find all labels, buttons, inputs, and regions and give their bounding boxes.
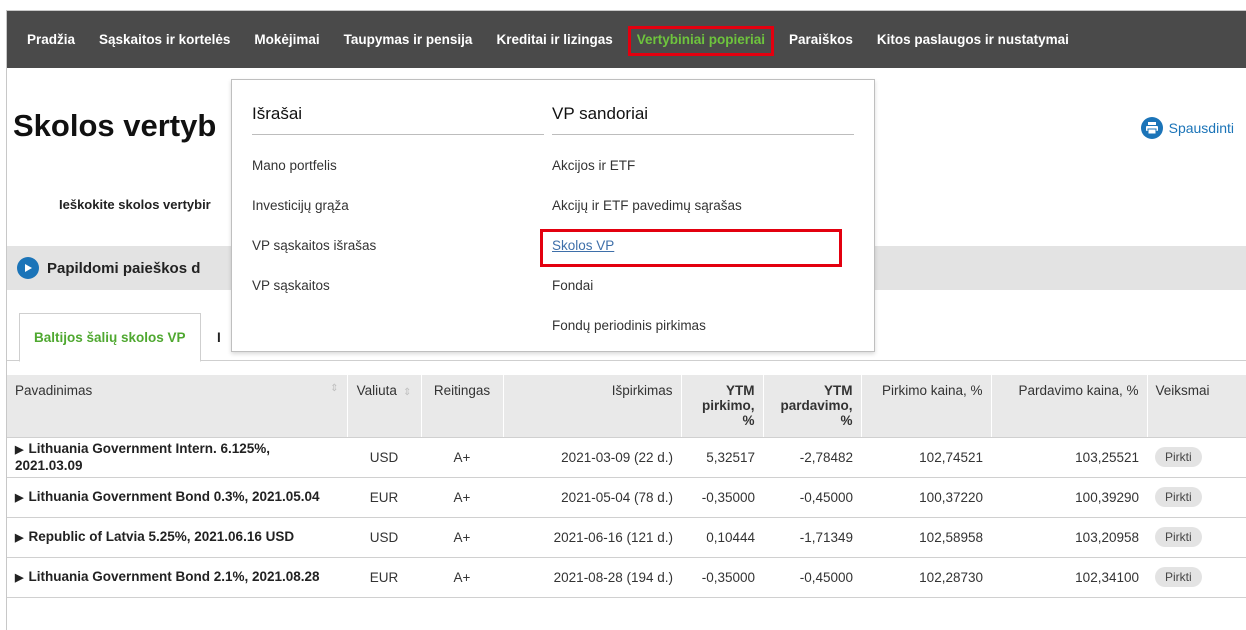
ytm-buy-cell: -0,35000 (681, 477, 763, 518)
advanced-search-label: Papildomi paieškos d (47, 259, 201, 277)
divider (552, 134, 854, 135)
sort-icon: ⇕ (330, 383, 339, 394)
print-label: Spausdinti (1168, 120, 1234, 136)
ytm-sell-cell: -2,78482 (763, 437, 861, 478)
divider (252, 134, 544, 135)
column-header-ytm-sell: YTM pardavimo, % (763, 375, 862, 438)
ytm-buy-cell: -0,35000 (681, 557, 763, 598)
securities-dropdown-menu: Išrašai Mano portfelis Investicijų grąža… (231, 79, 875, 352)
rating-cell: A+ (421, 437, 503, 478)
tab-second[interactable]: I (217, 330, 221, 345)
column-header-actions: Veiksmai (1147, 375, 1246, 438)
buy-button[interactable]: Pirkti (1155, 567, 1202, 587)
print-button[interactable]: Spausdinti (1140, 117, 1234, 139)
buy-price-cell: 102,74521 (861, 437, 991, 478)
menu-item-my-portfolio[interactable]: Mano portfelis (252, 145, 544, 185)
nav-item-securities[interactable]: Vertybiniai popieriai (625, 11, 777, 68)
nav-item-payments[interactable]: Mokėjimai (242, 11, 331, 68)
rating-cell: A+ (421, 557, 503, 598)
sell-price-cell: 102,34100 (991, 557, 1147, 598)
bond-name[interactable]: ▶ Lithuania Government Intern. 6.125%, 20… (15, 441, 339, 474)
menu-item-fund-periodic-purchase[interactable]: Fondų periodinis pirkimas (552, 305, 854, 345)
tab-baltic-debt-securities[interactable]: Baltijos šalių skolos VP (19, 313, 201, 362)
ytm-sell-cell: -0,45000 (763, 557, 861, 598)
redemption-cell: 2021-08-28 (194 d.) (503, 557, 681, 598)
printer-icon (1140, 117, 1163, 139)
bond-name[interactable]: ▶ Republic of Latvia 5.25%, 2021.06.16 US… (15, 529, 339, 546)
nav-item-savings-pension[interactable]: Taupymas ir pensija (332, 11, 485, 68)
expand-triangle-icon[interactable]: ▶ (15, 492, 23, 504)
column-header-name[interactable]: Pavadinimas ⇕ (7, 375, 348, 438)
expand-triangle-icon[interactable]: ▶ (15, 572, 23, 584)
column-header-ytm-buy: YTM pirkimo, % (681, 375, 764, 438)
ytm-sell-cell: -0,45000 (763, 477, 861, 518)
buy-button[interactable]: Pirkti (1155, 447, 1202, 467)
sell-price-cell: 100,39290 (991, 477, 1147, 518)
dropdown-column-statements: Išrašai Mano portfelis Investicijų grąža… (252, 80, 544, 305)
nav-item-accounts-cards[interactable]: Sąskaitos ir kortelės (87, 11, 242, 68)
play-icon (17, 257, 39, 279)
column-header-currency[interactable]: Valiuta ⇕ (347, 375, 422, 438)
highlight-box (540, 229, 842, 267)
currency-cell: EUR (347, 557, 421, 598)
ytm-buy-cell: 5,32517 (681, 437, 763, 478)
nav-item-pradzia[interactable]: Pradžia (19, 11, 87, 68)
column-header-buy-price: Pirkimo kaina, % (861, 375, 992, 438)
bonds-table: Pavadinimas ⇕ Valiuta ⇕ Reitingas Išpirkim… (7, 375, 1246, 598)
bond-name[interactable]: ▶ Lithuania Government Bond 2.1%, 2021.08… (15, 569, 339, 586)
redemption-cell: 2021-06-16 (121 d.) (503, 517, 681, 558)
table-row[interactable]: ▶ Lithuania Government Bond 2.1%, 2021.08… (7, 557, 1246, 598)
menu-item-securities-account-statement[interactable]: VP sąskaitos išrašas (252, 225, 544, 265)
ytm-buy-cell: 0,10444 (681, 517, 763, 558)
menu-item-shares-etf[interactable]: Akcijos ir ETF (552, 145, 854, 185)
buy-price-cell: 100,37220 (861, 477, 991, 518)
dropdown-heading-statements: Išrašai (252, 104, 303, 123)
browser-page: Pradžia Sąskaitos ir kortelės Mokėjimai … (6, 10, 1246, 630)
table-row[interactable]: ▶ Lithuania Government Intern. 6.125%, 20… (7, 437, 1246, 478)
table-row[interactable]: ▶ Lithuania Government Bond 0.3%, 2021.05… (7, 477, 1246, 518)
redemption-cell: 2021-05-04 (78 d.) (503, 477, 681, 518)
table-row[interactable]: ▶ Republic of Latvia 5.25%, 2021.06.16 US… (7, 517, 1246, 558)
sell-price-cell: 103,25521 (991, 437, 1147, 478)
nav-item-other-services[interactable]: Kitos paslaugos ir nustatymai (865, 11, 1081, 68)
nav-item-credits-leasing[interactable]: Kreditai ir lizingas (484, 11, 624, 68)
menu-item-investment-return[interactable]: Investicijų grąža (252, 185, 544, 225)
column-header-redemption: Išpirkimas (503, 375, 682, 438)
sort-icon: ⇕ (402, 387, 412, 398)
search-hint: Ieškokite skolos vertybir (59, 197, 211, 212)
menu-item-securities-accounts[interactable]: VP sąskaitos (252, 265, 544, 305)
expand-triangle-icon[interactable]: ▶ (15, 444, 23, 456)
currency-cell: USD (347, 437, 421, 478)
highlight-box (627, 26, 775, 56)
buy-button[interactable]: Pirkti (1155, 487, 1202, 507)
redemption-cell: 2021-03-09 (22 d.) (503, 437, 681, 478)
menu-item-shares-etf-orders[interactable]: Akcijų ir ETF pavedimų sąrašas (552, 185, 854, 225)
column-header-sell-price: Pardavimo kaina, % (991, 375, 1148, 438)
column-header-name-label: Pavadinimas (15, 383, 93, 398)
buy-button[interactable]: Pirkti (1155, 527, 1202, 547)
nav-item-applications[interactable]: Paraiškos (777, 11, 865, 68)
currency-cell: EUR (347, 477, 421, 518)
column-header-rating: Reitingas (421, 375, 504, 438)
menu-item-debt-securities[interactable]: Skolos VP (540, 225, 854, 267)
buy-price-cell: 102,28730 (861, 557, 991, 598)
buy-price-cell: 102,58958 (861, 517, 991, 558)
rating-cell: A+ (421, 477, 503, 518)
rating-cell: A+ (421, 517, 503, 558)
page-title: Skolos vertyb (13, 108, 217, 143)
ytm-sell-cell: -1,71349 (763, 517, 861, 558)
top-navigation: Pradžia Sąskaitos ir kortelės Mokėjimai … (7, 11, 1246, 68)
menu-item-funds[interactable]: Fondai (552, 265, 854, 305)
bond-name[interactable]: ▶ Lithuania Government Bond 0.3%, 2021.05… (15, 489, 339, 506)
table-header-row: Pavadinimas ⇕ Valiuta ⇕ Reitingas Išpirkim… (7, 375, 1246, 438)
expand-triangle-icon[interactable]: ▶ (15, 532, 23, 544)
dropdown-column-transactions: VP sandoriai Akcijos ir ETF Akcijų ir ET… (540, 80, 854, 345)
column-header-currency-label: Valiuta (356, 383, 397, 398)
currency-cell: USD (347, 517, 421, 558)
sell-price-cell: 103,20958 (991, 517, 1147, 558)
dropdown-heading-transactions: VP sandoriai (552, 104, 649, 123)
